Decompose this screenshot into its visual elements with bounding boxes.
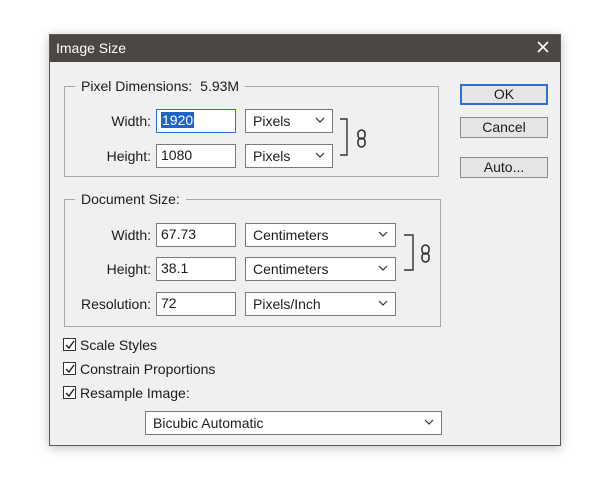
chevron-down-icon <box>378 265 388 271</box>
cancel-button[interactable]: Cancel <box>460 117 548 138</box>
document-size-label: Document Size: <box>75 191 186 207</box>
pixel-height-label: Height: <box>106 148 151 164</box>
image-size-dialog: Image Size Pixel Dimensions: 5.93M Width… <box>49 34 561 446</box>
resolution-unit-value: Pixels/Inch <box>253 296 321 312</box>
document-height-unit-value: Centimeters <box>253 261 329 277</box>
title-bar[interactable]: Image Size <box>50 35 560 62</box>
pixel-dimensions-size: 5.93M <box>200 78 240 94</box>
document-height-value: 38.1 <box>161 260 189 276</box>
resample-method-value: Bicubic Automatic <box>153 415 264 431</box>
chevron-down-icon <box>378 231 388 237</box>
document-width-unit-value: Centimeters <box>253 227 329 243</box>
pixel-width-input[interactable]: 1920 <box>156 109 236 133</box>
pixel-dimensions-title: Pixel Dimensions: <box>81 78 193 94</box>
pixel-height-unit-select[interactable]: Pixels <box>245 144 333 168</box>
ok-button[interactable]: OK <box>460 84 548 105</box>
document-width-input[interactable]: 67.73 <box>156 223 236 247</box>
pixel-height-value: 1080 <box>161 147 193 163</box>
chevron-down-icon <box>315 152 325 158</box>
checkmark-icon <box>65 388 75 398</box>
resample-method-select[interactable]: Bicubic Automatic <box>145 411 442 435</box>
pixel-width-label: Width: <box>111 113 151 129</box>
document-width-label: Width: <box>111 227 151 243</box>
constrain-proportions-checkbox[interactable] <box>63 362 76 375</box>
document-height-label: Height: <box>106 261 151 277</box>
resolution-input[interactable]: 72 <box>156 292 236 316</box>
resolution-label: Resolution: <box>80 296 151 312</box>
chain-link-icon[interactable] <box>420 244 432 264</box>
document-size-group: Document Size: Width: 67.73 Centimeters … <box>64 191 441 327</box>
resample-image-label: Resample Image: <box>80 385 190 401</box>
checkmark-icon <box>65 364 75 374</box>
pixel-width-unit-select[interactable]: Pixels <box>245 109 333 133</box>
pixel-dimensions-group: Pixel Dimensions: 5.93M Width: 1920 Pixe… <box>64 78 439 177</box>
pixel-dimensions-label: Pixel Dimensions: 5.93M <box>75 78 246 94</box>
chain-link-icon[interactable] <box>356 129 368 149</box>
document-height-input[interactable]: 38.1 <box>156 257 236 281</box>
checkmark-icon <box>65 340 75 350</box>
chevron-down-icon <box>424 419 434 425</box>
window-title: Image Size <box>56 40 127 56</box>
pixel-height-input[interactable]: 1080 <box>156 144 236 168</box>
pixel-height-unit-value: Pixels <box>253 148 291 164</box>
scale-styles-checkbox[interactable] <box>63 338 76 351</box>
auto-button[interactable]: Auto... <box>460 157 548 178</box>
resolution-unit-select[interactable]: Pixels/Inch <box>245 292 396 316</box>
document-width-unit-select[interactable]: Centimeters <box>245 223 396 247</box>
pixel-width-value: 1920 <box>161 112 195 128</box>
close-icon[interactable] <box>534 38 552 56</box>
resolution-value: 72 <box>161 295 177 311</box>
scale-styles-label: Scale Styles <box>80 337 158 353</box>
resample-image-checkbox[interactable] <box>63 386 76 399</box>
document-width-value: 67.73 <box>161 226 197 242</box>
constrain-proportions-label: Constrain Proportions <box>80 361 216 377</box>
chevron-down-icon <box>378 300 388 306</box>
pixel-width-unit-value: Pixels <box>253 113 291 129</box>
document-height-unit-select[interactable]: Centimeters <box>245 257 396 281</box>
chevron-down-icon <box>315 117 325 123</box>
